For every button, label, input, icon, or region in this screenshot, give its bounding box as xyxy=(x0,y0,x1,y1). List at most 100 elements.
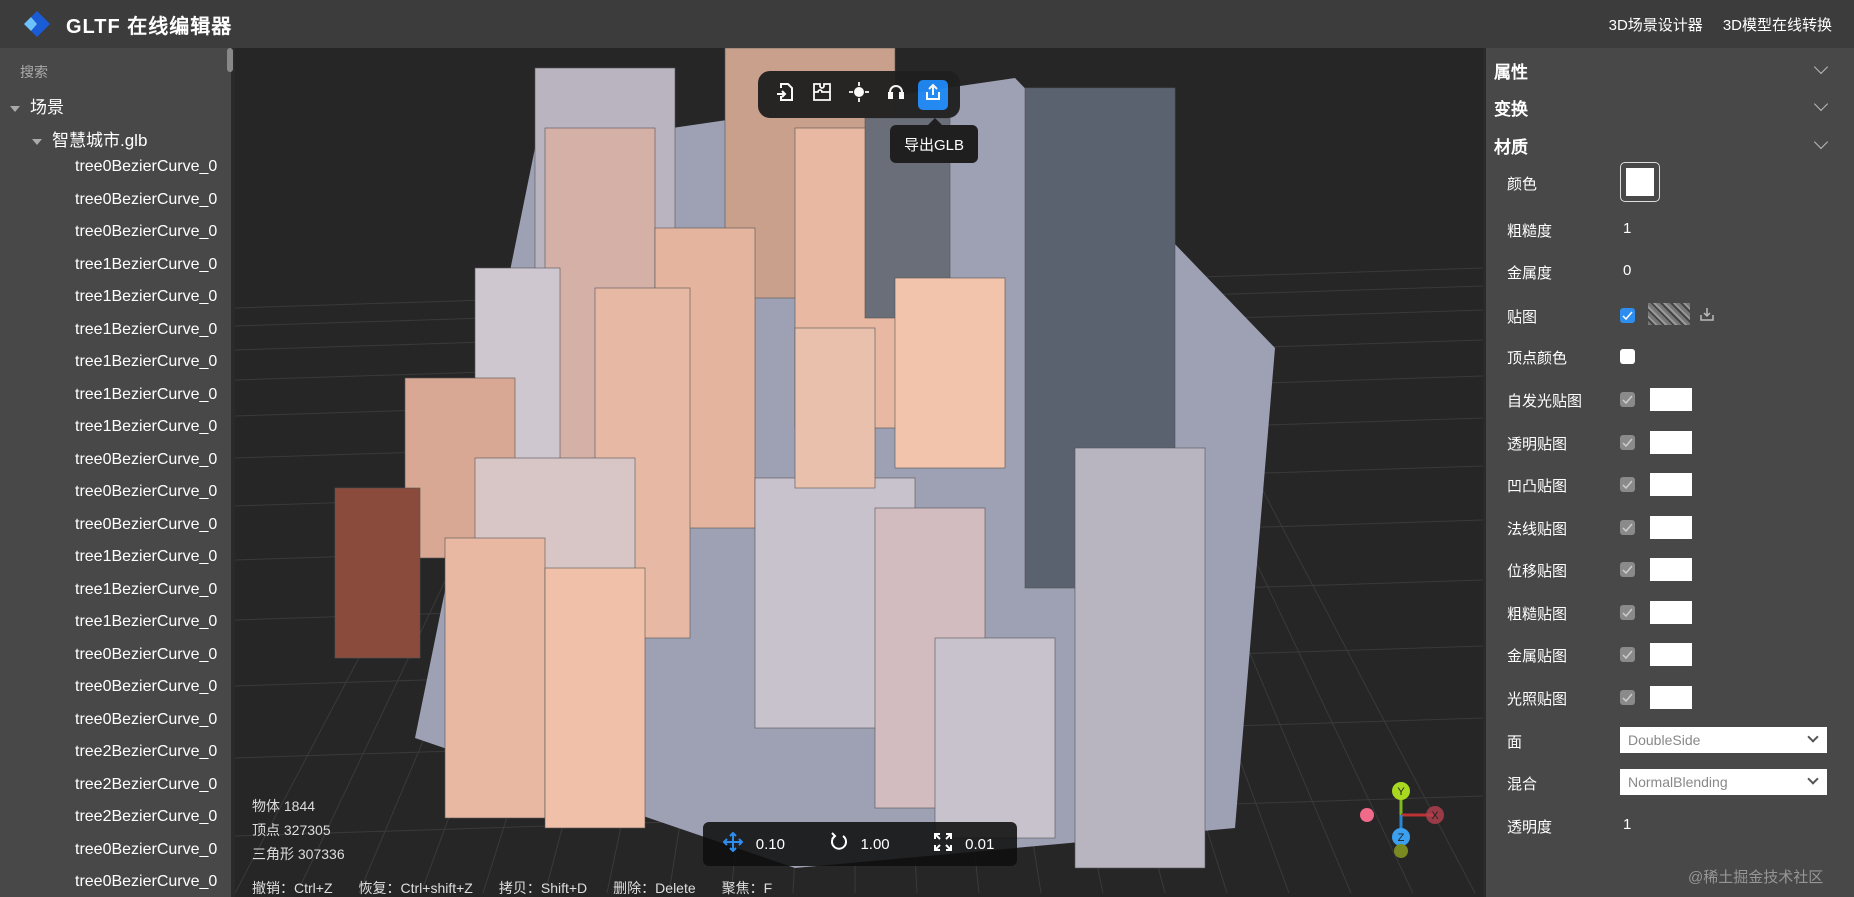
section-attributes[interactable]: 属性 xyxy=(1494,58,1528,83)
map-slot-label: 自发光贴图 xyxy=(1507,393,1583,410)
map-slot-label: 光照贴图 xyxy=(1507,690,1568,708)
export-glb-button[interactable] xyxy=(918,79,949,110)
map-slot-swatch[interactable] xyxy=(1650,600,1692,624)
rotate-snap-value[interactable]: 1.00 xyxy=(860,836,912,853)
opacity-value[interactable]: 1 xyxy=(1623,816,1631,833)
scale-snap-value[interactable]: 0.01 xyxy=(965,836,1017,853)
color-picker[interactable] xyxy=(1620,162,1660,202)
tree-item[interactable]: tree0BezierCurve_0 xyxy=(75,483,217,501)
map-slot-checkbox[interactable] xyxy=(1620,604,1635,620)
city-scene[interactable] xyxy=(235,48,1483,897)
light-button[interactable] xyxy=(844,80,874,110)
gizmo-y-label: Y xyxy=(1397,786,1405,798)
tree-item[interactable]: tree1BezierCurve_0 xyxy=(75,386,217,404)
chevron-down-icon[interactable] xyxy=(1813,59,1829,75)
tree-item[interactable]: tree0BezierCurve_0 xyxy=(75,873,217,891)
tree-item[interactable]: tree1BezierCurve_0 xyxy=(75,418,217,436)
tree-item[interactable]: tree0BezierCurve_0 xyxy=(75,516,217,534)
translate-snap-value[interactable]: 0.10 xyxy=(756,836,808,853)
tree-item[interactable]: tree2BezierCurve_0 xyxy=(75,743,217,761)
color-swatch xyxy=(1626,168,1654,196)
map-slot-checkbox[interactable] xyxy=(1620,477,1635,492)
tree-item[interactable]: tree0BezierCurve_0 xyxy=(75,451,217,469)
axis-gizmo[interactable]: Y X Z xyxy=(1353,775,1453,865)
map-slot-checkbox[interactable] xyxy=(1620,392,1635,407)
caret-down-icon[interactable] xyxy=(10,105,20,112)
tree-item[interactable]: tree0BezierCurve_0 xyxy=(75,191,217,209)
map-slot-swatch[interactable] xyxy=(1650,430,1692,454)
tree-node-file[interactable]: 智慧城市.glb xyxy=(32,126,147,151)
vertex-colors-label: 顶点颜色 xyxy=(1507,350,1568,367)
map-slot-swatch[interactable] xyxy=(1650,473,1692,496)
building xyxy=(444,537,546,819)
export-icon xyxy=(924,83,942,106)
map-checkbox[interactable] xyxy=(1620,308,1635,323)
viewport-toolbar xyxy=(758,71,960,118)
tree-item[interactable]: tree0BezierCurve_0 xyxy=(75,711,217,729)
map-slot-swatch[interactable] xyxy=(1650,388,1692,411)
tree-item[interactable]: tree0BezierCurve_0 xyxy=(75,678,217,696)
move-icon[interactable] xyxy=(722,831,744,856)
plugin-button[interactable] xyxy=(807,80,837,110)
map-slot-checkbox[interactable] xyxy=(1620,434,1635,450)
vertex-colors-checkbox[interactable] xyxy=(1620,349,1635,364)
tree-item[interactable]: tree1BezierCurve_0 xyxy=(75,353,217,371)
tree-item[interactable]: tree0BezierCurve_0 xyxy=(75,841,217,859)
tree-item[interactable]: tree1BezierCurve_0 xyxy=(75,581,217,599)
blending-value: NormalBlending xyxy=(1628,774,1728,790)
texture-thumbnail[interactable] xyxy=(1648,303,1690,325)
map-slot-label: 粗糙贴图 xyxy=(1507,605,1568,623)
map-slot-label: 金属贴图 xyxy=(1507,648,1568,665)
search-input[interactable]: 搜索 xyxy=(20,62,48,82)
chevron-down-icon[interactable] xyxy=(1813,134,1829,150)
import-button[interactable] xyxy=(770,80,800,110)
side-select[interactable]: DoubleSide xyxy=(1620,727,1827,753)
tree-item[interactable]: tree0BezierCurve_0 xyxy=(75,223,217,241)
tree-item[interactable]: tree0BezierCurve_0 xyxy=(75,158,217,176)
map-slot-checkbox[interactable] xyxy=(1620,562,1635,577)
tree-item[interactable]: tree2BezierCurve_0 xyxy=(75,808,217,826)
map-slot-swatch[interactable] xyxy=(1650,515,1692,539)
blending-select[interactable]: NormalBlending xyxy=(1620,769,1827,795)
map-slot-swatch[interactable] xyxy=(1650,558,1692,581)
3d-viewport[interactable]: 导出GLB 物体 1844 顶点 327305 三角形 307336 0.10 … xyxy=(235,48,1483,897)
gizmo-neg-y[interactable] xyxy=(1394,844,1408,858)
scale-icon[interactable] xyxy=(932,833,953,855)
building xyxy=(544,567,646,829)
triangle-count: 三角形 307336 xyxy=(252,846,345,862)
scrollbar[interactable] xyxy=(227,48,233,72)
logo-icon xyxy=(22,9,52,39)
tree-item[interactable]: tree1BezierCurve_0 xyxy=(75,548,217,566)
tree-item[interactable]: tree1BezierCurve_0 xyxy=(75,256,217,274)
tree-item[interactable]: tree1BezierCurve_0 xyxy=(75,321,217,339)
map-label: 贴图 xyxy=(1507,309,1538,326)
map-slot-swatch[interactable] xyxy=(1650,643,1692,666)
section-material[interactable]: 材质 xyxy=(1494,133,1528,158)
download-icon[interactable] xyxy=(1699,306,1715,327)
shortcut-hints: 撤销：Ctrl+Z 恢复：Ctrl+shift+Z 拷贝：Shift+D 删除：… xyxy=(252,878,772,897)
rotate-icon[interactable] xyxy=(828,832,849,856)
caret-down-icon[interactable] xyxy=(32,138,42,145)
tree-item[interactable]: tree1BezierCurve_0 xyxy=(75,613,217,631)
metalness-value[interactable]: 0 xyxy=(1623,262,1631,279)
map-slot-checkbox[interactable] xyxy=(1620,519,1635,535)
headset-icon xyxy=(887,83,905,106)
side-label: 面 xyxy=(1507,734,1523,751)
map-slot-swatch[interactable] xyxy=(1650,685,1692,709)
building xyxy=(894,277,1006,469)
tree-item[interactable]: tree0BezierCurve_0 xyxy=(75,646,217,664)
section-transform[interactable]: 变换 xyxy=(1494,95,1528,120)
tree-item[interactable]: tree1BezierCurve_0 xyxy=(75,288,217,306)
tree-node-scene[interactable]: 场景 xyxy=(10,93,64,118)
chevron-down-icon[interactable] xyxy=(1813,96,1829,112)
roughness-value[interactable]: 1 xyxy=(1623,220,1631,237)
gizmo-neg-x[interactable] xyxy=(1360,808,1374,822)
chevron-down-icon xyxy=(1807,731,1819,743)
tree-item[interactable]: tree2BezierCurve_0 xyxy=(75,776,217,794)
scene-tree-panel: 搜索 场景 智慧城市.glb tree0BezierCurve_0 tree0Be… xyxy=(0,48,235,897)
map-slot-checkbox[interactable] xyxy=(1620,689,1635,705)
model-converter-link[interactable]: 3D模型在线转换 xyxy=(1723,14,1832,35)
scene-designer-link[interactable]: 3D场景设计器 xyxy=(1609,14,1703,35)
map-slot-checkbox[interactable] xyxy=(1620,647,1635,662)
support-button[interactable] xyxy=(881,80,911,110)
